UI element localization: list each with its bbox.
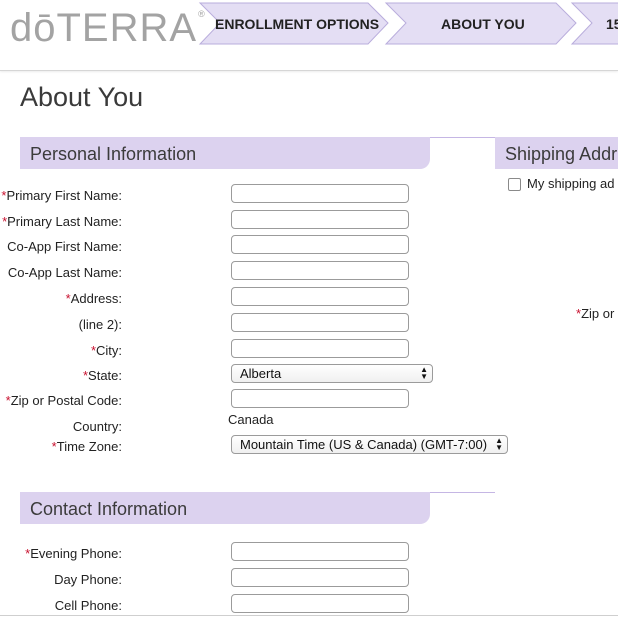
timezone-select[interactable]: Mountain Time (US & Canada) (GMT-7:00) ▲… (231, 435, 508, 454)
coapp-last-name-row: Co-App Last Name: (0, 261, 520, 283)
same-shipping-label: My shipping ad (527, 176, 615, 191)
primary-first-name-row: *Primary First Name: (0, 184, 520, 206)
city-input[interactable] (231, 339, 409, 358)
evening-phone-label: *Evening Phone: (25, 546, 122, 561)
page-bottom-divider (0, 615, 618, 616)
cell-phone-input[interactable] (231, 594, 409, 613)
enrollment-steps: ENROLLMENT OPTIONS ABOUT YOU 15 (196, 2, 618, 46)
same-shipping-checkbox[interactable] (508, 178, 521, 191)
logo-text: dōTERRA (10, 6, 198, 50)
step-next[interactable]: 15 (606, 16, 618, 32)
primary-first-name-input[interactable] (231, 184, 409, 203)
select-arrows-icon: ▲ ▼ (495, 436, 503, 452)
site-header: dōTERRA® ENROLLMENT OPTIONS ABOUT YOU 15 (0, 0, 618, 71)
section-rule (430, 492, 495, 493)
shipping-address-title: Shipping Addr (505, 144, 618, 164)
step-enrollment-options[interactable]: ENROLLMENT OPTIONS (215, 16, 379, 32)
cell-phone-row: Cell Phone: (0, 594, 520, 616)
timezone-label: *Time Zone: (51, 439, 122, 454)
address-input[interactable] (231, 287, 409, 306)
address-label: *Address: (65, 291, 122, 306)
coapp-first-name-row: Co-App First Name: (0, 235, 520, 257)
state-select[interactable]: Alberta ▲ ▼ (231, 364, 433, 383)
address-line2-row: (line 2): (0, 313, 520, 335)
page-title: About You (20, 82, 144, 112)
doterra-logo[interactable]: dōTERRA® (10, 6, 206, 50)
section-rule (430, 137, 495, 138)
coapp-last-name-input[interactable] (231, 261, 409, 280)
contact-info-title: Contact Information (30, 499, 188, 519)
country-value: Canada (228, 412, 274, 427)
cell-phone-label: Cell Phone: (54, 598, 122, 613)
zip-input[interactable] (231, 389, 409, 408)
address-row: *Address: (0, 287, 520, 309)
evening-phone-input[interactable] (231, 542, 409, 561)
state-selected-value: Alberta (240, 366, 282, 381)
city-row: *City: (0, 339, 520, 361)
primary-last-name-row: *Primary Last Name: (0, 210, 520, 232)
select-arrows-icon: ▲ ▼ (420, 365, 428, 381)
day-phone-label: Day Phone: (54, 572, 122, 587)
country-label: Country: (72, 419, 122, 434)
day-phone-row: Day Phone: (0, 568, 520, 590)
evening-phone-row: *Evening Phone: (0, 542, 520, 564)
timezone-selected-value: Mountain Time (US & Canada) (GMT-7:00) (240, 437, 488, 452)
contact-info-header: Contact Information (20, 492, 495, 524)
step-about-you[interactable]: ABOUT YOU (441, 16, 525, 32)
primary-first-name-label: *Primary First Name: (1, 188, 122, 203)
country-row: Country: Canada (0, 412, 520, 437)
day-phone-input[interactable] (231, 568, 409, 587)
coapp-last-name-label: Co-App Last Name: (7, 265, 122, 280)
personal-info-title: Personal Information (30, 144, 197, 164)
zip-label: *Zip or Postal Code: (5, 393, 122, 408)
state-row: *State: Alberta ▲ ▼ (0, 364, 520, 386)
primary-last-name-label: *Primary Last Name: (2, 214, 122, 229)
coapp-first-name-label: Co-App First Name: (7, 239, 122, 254)
address-line2-label: (line 2): (78, 317, 122, 332)
shipping-address-header: Shipping Addr (495, 137, 618, 169)
city-label: *City: (90, 343, 122, 358)
primary-last-name-input[interactable] (231, 210, 409, 229)
zip-row: *Zip or Postal Code: (0, 389, 520, 411)
shipping-zip-label: *Zip or (576, 306, 615, 321)
timezone-row: *Time Zone: Mountain Time (US & Canada) … (0, 435, 520, 457)
state-label: *State: (82, 368, 122, 383)
coapp-first-name-input[interactable] (231, 235, 409, 254)
address-line2-input[interactable] (231, 313, 409, 332)
personal-info-header: Personal Information (20, 137, 495, 169)
